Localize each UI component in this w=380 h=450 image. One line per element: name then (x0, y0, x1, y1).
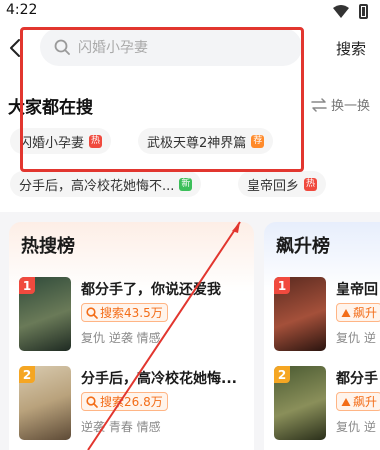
hot-ranking-title: 热搜榜 (21, 236, 75, 257)
refresh-icon (311, 97, 327, 112)
hot-word-chip[interactable]: 闪婚小孕妻 热 (10, 128, 112, 154)
hot-tag: 热 (304, 177, 318, 191)
rising-ranking-card: 飙升榜 1 皇帝回 飙升 复仇 逆 2 都分手 飙升 复仇 逆 (264, 222, 380, 450)
ranking-item[interactable]: 1 皇帝回 飙升 复仇 逆 (274, 277, 380, 355)
triangle-up-icon (341, 397, 351, 406)
item-title: 都分手 (336, 371, 378, 387)
chip-label: 武极天尊2神界篇 (147, 135, 247, 151)
item-title: 分手后，高冷校花她悔... (81, 371, 237, 387)
rank-badge: 1 (274, 277, 290, 294)
chip-label: 闪婚小孕妻 (19, 135, 85, 151)
rank-badge: 2 (19, 366, 35, 383)
rising-ranking-title: 飙升榜 (276, 236, 330, 257)
search-count: 搜索26.8万 (100, 395, 163, 409)
drama-cover: 2 (274, 366, 326, 440)
drama-cover: 1 (19, 277, 71, 351)
rank-badge: 2 (274, 366, 290, 383)
status-icons (333, 4, 368, 19)
item-title: 都分手了，你说还爱我 (81, 282, 221, 298)
rank-badge: 1 (19, 277, 35, 294)
chevron-left-icon (10, 39, 20, 57)
battery-icon (359, 4, 368, 19)
ranking-item[interactable]: 2 都分手 飙升 复仇 逆 (274, 366, 380, 444)
search-count-badge: 搜索26.8万 (81, 392, 168, 411)
ranking-item[interactable]: 1 都分手了，你说还爱我 搜索43.5万 复仇 逆袭 情感 (19, 277, 249, 355)
search-count-badge: 搜索43.5万 (81, 303, 168, 322)
chip-label: 分手后，高冷校花她悔不... (19, 178, 175, 194)
item-title: 皇帝回 (336, 282, 378, 298)
refresh-button[interactable]: 换一换 (311, 95, 370, 114)
search-icon (86, 306, 98, 319)
hot-words-title: 大家都在搜 (8, 98, 93, 118)
status-bar: 4:22 (0, 0, 380, 26)
hot-word-chip[interactable]: 武极天尊2神界篇 荐 (138, 128, 274, 154)
refresh-label: 换一换 (330, 99, 370, 114)
rising-badge: 飙升 (336, 303, 380, 322)
genre-tags: 复仇 逆 (336, 420, 376, 434)
search-count: 搜索43.5万 (100, 306, 163, 320)
drama-cover: 1 (274, 277, 326, 351)
back-button[interactable] (3, 34, 27, 62)
search-placeholder: 闪婚小孕妻 (78, 40, 148, 56)
rising-label: 飙升 (353, 306, 378, 320)
chip-label: 皇帝回乡 (247, 178, 300, 194)
search-button[interactable]: 搜索 (336, 38, 366, 59)
genre-tags: 逆袭 青春 情感 (81, 420, 161, 434)
search-icon (54, 39, 70, 55)
search-input[interactable]: 闪婚小孕妻 (40, 28, 302, 66)
triangle-up-icon (341, 308, 351, 317)
rising-label: 飙升 (353, 395, 378, 409)
rising-badge: 飙升 (336, 392, 380, 411)
hot-tag: 热 (89, 134, 103, 148)
wifi-icon (333, 4, 349, 18)
status-time: 4:22 (6, 2, 38, 18)
ranking-item[interactable]: 2 分手后，高冷校花她悔... 搜索26.8万 逆袭 青春 情感 (19, 366, 249, 444)
new-tag: 新 (179, 177, 193, 191)
genre-tags: 复仇 逆 (336, 331, 376, 345)
drama-cover: 2 (19, 366, 71, 440)
recommend-tag: 荐 (251, 134, 265, 148)
hot-search-ranking-card: 热搜榜 1 都分手了，你说还爱我 搜索43.5万 复仇 逆袭 情感 2 分手后，… (9, 222, 254, 450)
search-icon (86, 395, 98, 408)
genre-tags: 复仇 逆袭 情感 (81, 331, 161, 345)
hot-word-chip[interactable]: 分手后，高冷校花她悔不... 新 (10, 171, 202, 197)
hot-word-chip[interactable]: 皇帝回乡 热 (238, 171, 327, 197)
